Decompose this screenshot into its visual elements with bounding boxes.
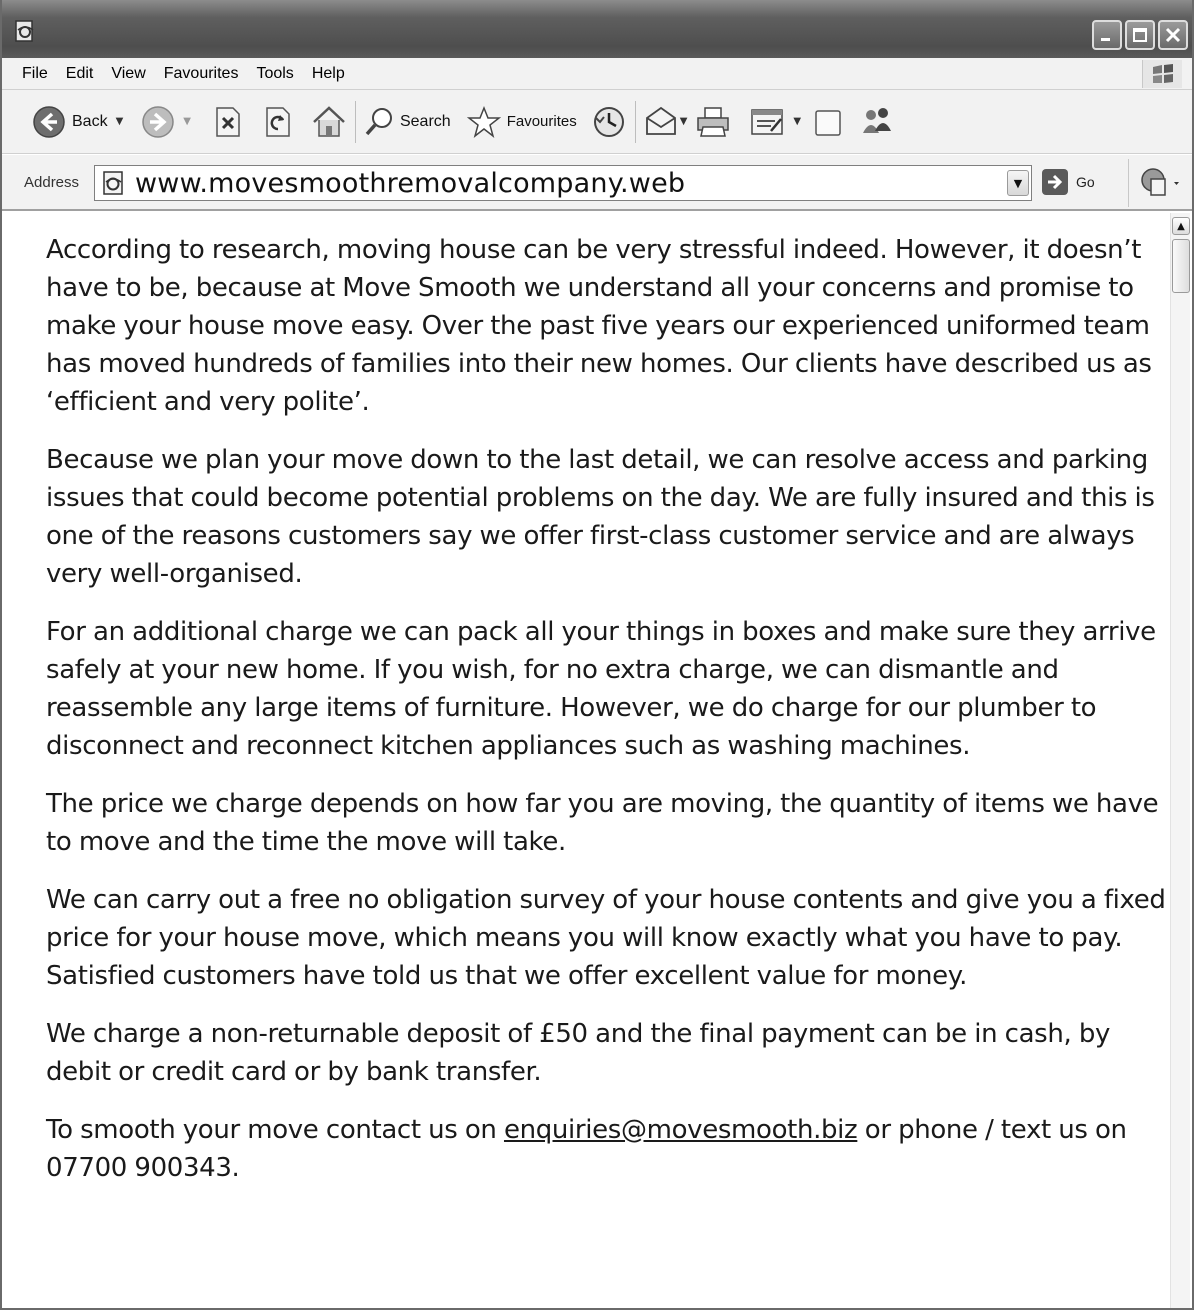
- minimize-button[interactable]: [1092, 20, 1122, 50]
- paragraph-deposit: We charge a non-returnable deposit of £5…: [46, 1019, 1111, 1087]
- menu-bar: File Edit View Favourites Tools Help: [2, 58, 1192, 90]
- chevron-down-icon: ▼: [1013, 176, 1023, 190]
- vertical-scrollbar[interactable]: ▲: [1170, 213, 1190, 1308]
- print-button[interactable]: [695, 97, 731, 147]
- stop-icon: [216, 106, 240, 137]
- refresh-icon: [266, 106, 290, 137]
- minimize-icon: [1101, 38, 1110, 41]
- refresh-button[interactable]: [263, 97, 293, 147]
- maximize-icon: [1133, 28, 1147, 42]
- toolbar: Back ▼ ▼ Search Favourites ▼ ▼: [2, 90, 1192, 154]
- windows-flag-icon: [1142, 60, 1182, 88]
- discuss-button[interactable]: [813, 97, 845, 147]
- paragraph-packing: For an additional charge we can pack all…: [46, 617, 1156, 761]
- forward-button[interactable]: ▼: [141, 97, 191, 147]
- edit-button[interactable]: ▼: [749, 97, 801, 147]
- go-button[interactable]: Go: [1042, 169, 1095, 195]
- back-icon: [33, 105, 65, 138]
- address-dropdown-button[interactable]: ▼: [1007, 170, 1029, 196]
- back-label: Back: [72, 112, 108, 130]
- ie-page-icon: [15, 20, 34, 42]
- menu-file[interactable]: File: [22, 65, 48, 83]
- back-button[interactable]: Back ▼: [32, 97, 123, 147]
- go-arrow-icon: [1042, 169, 1068, 195]
- scroll-thumb[interactable]: [1172, 239, 1190, 293]
- print-icon: [697, 106, 730, 137]
- address-label: Address: [24, 174, 80, 191]
- page-content: According to research, moving house can …: [2, 213, 1174, 1308]
- edit-dropdown-icon[interactable]: ▼: [793, 116, 801, 127]
- messenger-icon: [863, 107, 892, 133]
- toolbar-separator: [634, 100, 636, 143]
- forward-icon: [142, 105, 175, 138]
- go-label: Go: [1076, 174, 1095, 190]
- browser-window: File Edit View Favourites Tools Help Bac…: [0, 0, 1194, 1310]
- paragraph-planning: Because we plan your move down to the la…: [46, 445, 1155, 589]
- page-icon: [103, 171, 123, 195]
- menu-edit[interactable]: Edit: [66, 65, 94, 83]
- close-icon: [1165, 27, 1181, 43]
- messenger-button[interactable]: [859, 97, 895, 147]
- mail-icon: [645, 106, 676, 135]
- edit-icon: [751, 108, 784, 135]
- favourites-star-icon: [466, 105, 501, 138]
- menu-help[interactable]: Help: [312, 65, 345, 83]
- mail-dropdown-icon[interactable]: ▼: [680, 116, 688, 127]
- forward-dropdown-icon[interactable]: ▼: [183, 116, 191, 127]
- home-button[interactable]: [311, 97, 347, 147]
- maximize-button[interactable]: [1125, 20, 1155, 50]
- search-button[interactable]: Search: [364, 97, 451, 147]
- address-url: www.movesmoothremovalcompany.web: [135, 167, 686, 199]
- menu-tools[interactable]: Tools: [256, 65, 293, 83]
- stop-button[interactable]: [213, 97, 243, 147]
- title-bar: [2, 0, 1192, 58]
- page-options-icon: [1140, 168, 1179, 196]
- toolbar-separator: [354, 100, 356, 143]
- search-icon: [365, 107, 392, 135]
- paragraph-contact: To smooth your move contact us on enquir…: [46, 1111, 1166, 1187]
- favourites-label: Favourites: [506, 113, 577, 130]
- email-link[interactable]: enquiries@movesmooth.biz: [504, 1115, 858, 1145]
- history-button[interactable]: [591, 97, 627, 147]
- contact-text-before: To smooth your move contact us on: [46, 1115, 504, 1145]
- back-dropdown-icon[interactable]: ▼: [116, 116, 124, 127]
- scroll-up-button[interactable]: ▲: [1172, 217, 1190, 235]
- menu-favourites[interactable]: Favourites: [164, 65, 239, 83]
- address-input[interactable]: www.movesmoothremovalcompany.web ▼: [94, 165, 1032, 201]
- favourites-button[interactable]: Favourites: [466, 97, 577, 147]
- discuss-icon: [815, 109, 841, 136]
- paragraph-intro: According to research, moving house can …: [46, 235, 1152, 417]
- links-button[interactable]: [1128, 159, 1188, 207]
- menu-view[interactable]: View: [111, 65, 145, 83]
- search-label: Search: [399, 112, 451, 130]
- home-icon: [313, 105, 345, 137]
- paragraph-survey: We can carry out a free no obligation su…: [46, 885, 1166, 991]
- mail-button[interactable]: ▼: [644, 97, 688, 147]
- paragraph-price: The price we charge depends on how far y…: [46, 789, 1159, 857]
- chevron-up-icon: ▲: [1177, 220, 1185, 232]
- address-bar: Address www.movesmoothremovalcompany.web…: [2, 155, 1192, 211]
- article: According to research, moving house can …: [46, 231, 1166, 1207]
- close-button[interactable]: [1158, 20, 1188, 50]
- history-icon: [593, 106, 624, 137]
